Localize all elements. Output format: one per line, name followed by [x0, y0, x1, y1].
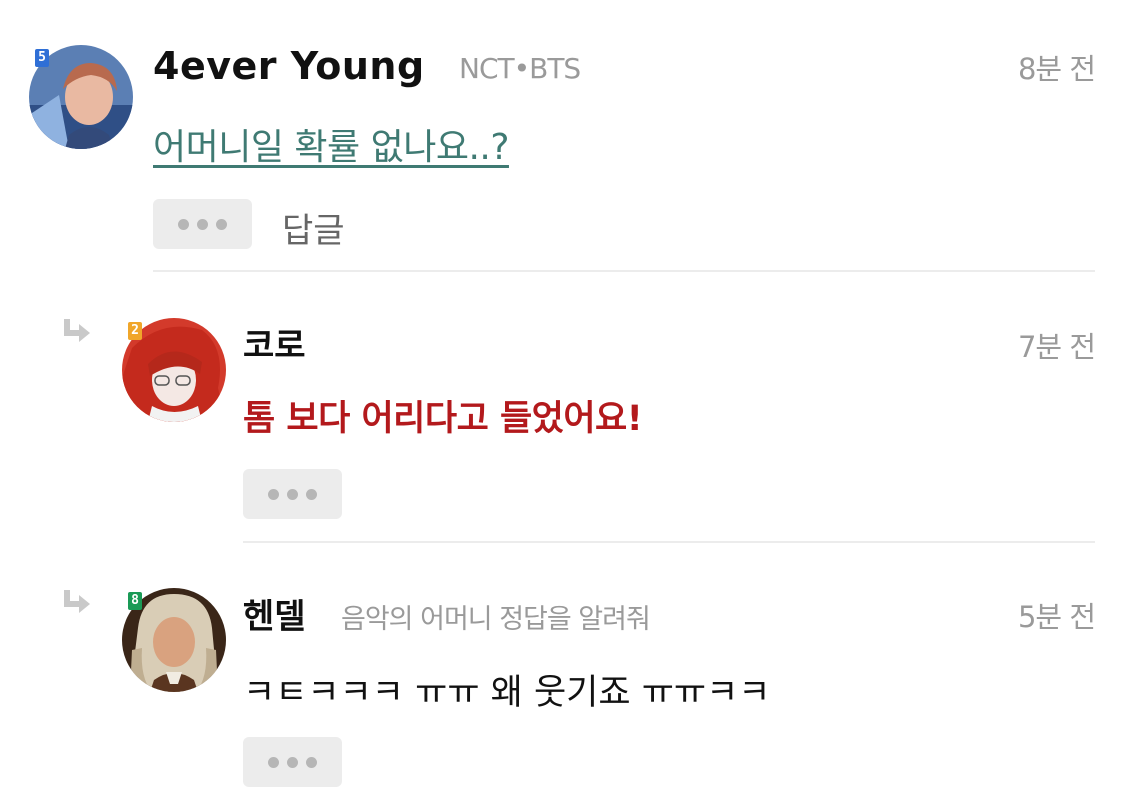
avatar-container: 2 [122, 318, 226, 422]
more-options-button[interactable] [243, 469, 342, 519]
comment-1: 5 4ever Young NCT•BTS 8분 전 어머니일 확률 없나요..… [0, 0, 1125, 272]
avatar-container: 5 [29, 45, 133, 149]
level-badge: 5 [35, 49, 49, 67]
more-dots-icon [178, 218, 227, 230]
author-subtitle: 음악의 어머니 정답을 알려줘 [341, 604, 651, 635]
reply-button[interactable]: 답글 [282, 203, 345, 252]
comment-text[interactable]: 톰 보다 어리다고 들었어요! [243, 390, 643, 441]
timestamp: 8분 전 [1017, 52, 1096, 86]
divider [243, 541, 1095, 543]
timestamp: 7분 전 [1017, 330, 1096, 364]
more-dots-icon [268, 756, 317, 768]
timestamp: 5분 전 [1017, 600, 1096, 634]
reply-arrow-icon [64, 319, 90, 342]
comment-text[interactable]: 어머니일 확률 없나요..? [153, 118, 509, 170]
author-name[interactable]: 코로 [243, 318, 306, 367]
avatar-container: 8 [122, 588, 226, 692]
comment-text[interactable]: ㅋㅌㅋㅋㅋ ㅠㅠ 왜 웃기죠 ㅠㅠㅋㅋ [243, 664, 771, 715]
divider [153, 270, 1095, 272]
author-subtitle: NCT•BTS [459, 52, 581, 85]
author-name[interactable]: 4ever Young [153, 44, 425, 88]
more-dots-icon [268, 488, 317, 500]
level-badge: 2 [128, 322, 142, 340]
more-options-button[interactable] [153, 199, 252, 249]
author-name[interactable]: 헨델 [243, 589, 306, 638]
more-options-button[interactable] [243, 737, 342, 787]
level-badge: 8 [128, 592, 142, 610]
reply-arrow-icon [64, 590, 90, 613]
